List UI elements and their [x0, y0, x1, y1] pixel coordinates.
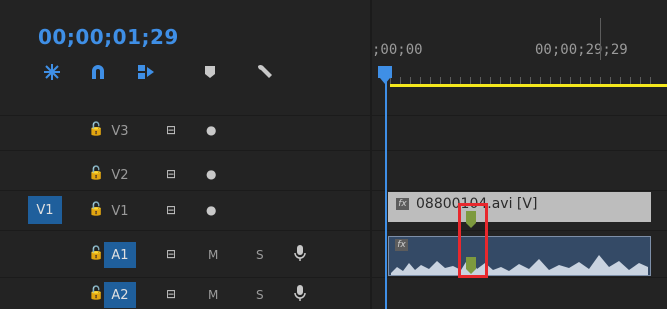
ruler-ticks — [390, 72, 667, 84]
ruler-tick — [510, 77, 511, 84]
ruler-tick — [570, 77, 571, 84]
ruler-tick — [440, 77, 441, 84]
ruler-tick — [630, 77, 631, 84]
track-name-v3[interactable]: V3 — [104, 118, 136, 144]
ruler-tick — [470, 77, 471, 84]
work-area-bar[interactable] — [390, 84, 667, 87]
row-separator — [0, 150, 667, 151]
row-separator — [0, 190, 667, 191]
time-ruler[interactable]: ;00;00 00;00;29;29 — [372, 0, 667, 90]
track-row-v3: 🔓 V3 ⊟ ● — [0, 116, 667, 146]
ruler-tick — [390, 77, 391, 84]
ruler-tick — [590, 77, 591, 84]
playhead-timecode[interactable]: 00;00;01;29 — [38, 25, 179, 49]
mute-button[interactable]: M — [208, 288, 218, 302]
row-separator — [0, 230, 667, 231]
playhead-handle[interactable] — [378, 66, 392, 78]
ruler-tick — [640, 77, 641, 84]
mute-button[interactable]: M — [208, 248, 218, 262]
ruler-tick — [480, 77, 481, 84]
linked-selection-icon[interactable] — [134, 60, 158, 84]
microphone-icon[interactable] — [294, 244, 306, 266]
eye-icon[interactable]: ● — [206, 123, 216, 137]
ruler-tick — [400, 77, 401, 84]
marker-icon[interactable] — [198, 60, 222, 84]
sync-lock-icon[interactable]: ⊟ — [166, 247, 176, 261]
ruler-tick — [460, 77, 461, 84]
lock-icon[interactable]: 🔓 — [88, 122, 104, 137]
ruler-start-label: ;00;00 — [372, 42, 423, 58]
ruler-tick — [420, 77, 421, 84]
ruler-tick — [650, 77, 651, 84]
fx-badge-icon[interactable]: fx — [396, 198, 409, 210]
video-clip[interactable]: fx 08800104.avi [V] — [388, 192, 651, 222]
sync-lock-icon[interactable]: ⊟ — [166, 287, 176, 301]
sync-lock-icon[interactable]: ⊟ — [166, 167, 176, 181]
highlight-box — [458, 203, 488, 278]
lock-icon[interactable]: 🔓 — [88, 246, 104, 261]
solo-button[interactable]: S — [256, 248, 264, 262]
ruler-tick — [500, 77, 501, 84]
lock-icon[interactable]: 🔓 — [88, 166, 104, 181]
timeline-toolbar — [0, 60, 370, 90]
ruler-tick — [490, 77, 491, 84]
ruler-tick — [610, 77, 611, 84]
lock-icon[interactable]: 🔓 — [88, 202, 104, 217]
ruler-tick — [430, 77, 431, 84]
track-name-a2[interactable]: A2 — [104, 282, 136, 308]
eye-icon[interactable]: ● — [206, 203, 216, 217]
ruler-tick — [560, 77, 561, 84]
track-row-a2: 🔓 A2 ⊟ M S — [0, 282, 667, 309]
lock-icon[interactable]: 🔓 — [88, 286, 104, 301]
ruler-tick — [520, 77, 521, 84]
sync-lock-icon[interactable]: ⊟ — [166, 203, 176, 217]
ruler-tick — [410, 77, 411, 84]
ruler-tick — [580, 77, 581, 84]
ruler-marker-line — [600, 18, 601, 60]
eye-icon[interactable]: ● — [206, 167, 216, 181]
sync-lock-icon[interactable]: ⊟ — [166, 123, 176, 137]
track-name-v2[interactable]: V2 — [104, 162, 136, 188]
audio-clip[interactable]: fx — [388, 236, 651, 276]
wrench-icon[interactable] — [252, 60, 276, 84]
ruler-tick — [550, 77, 551, 84]
row-separator — [0, 277, 667, 278]
ruler-tick — [450, 77, 451, 84]
ruler-tick — [600, 77, 601, 84]
magnet-icon[interactable] — [86, 60, 110, 84]
track-name-v1[interactable]: V1 — [104, 198, 136, 224]
microphone-icon[interactable] — [294, 284, 306, 306]
playhead-line[interactable] — [385, 66, 387, 309]
track-row-v2: 🔓 V2 ⊟ ● — [0, 160, 667, 190]
track-name-a1[interactable]: A1 — [104, 242, 136, 268]
playhead-tip — [380, 78, 390, 84]
audio-waveform — [391, 255, 648, 275]
timeline-panel: 00;00;01;29 ;00;00 00;00;29;29 🔓 V3 ⊟ ● — [0, 0, 667, 309]
ruler-end-label: 00;00;29;29 — [535, 42, 628, 58]
ruler-tick — [530, 77, 531, 84]
ruler-tick — [620, 77, 621, 84]
source-patch-v1[interactable]: V1 — [28, 196, 62, 224]
solo-button[interactable]: S — [256, 288, 264, 302]
ruler-tick — [540, 77, 541, 84]
snap-icon[interactable] — [40, 60, 64, 84]
